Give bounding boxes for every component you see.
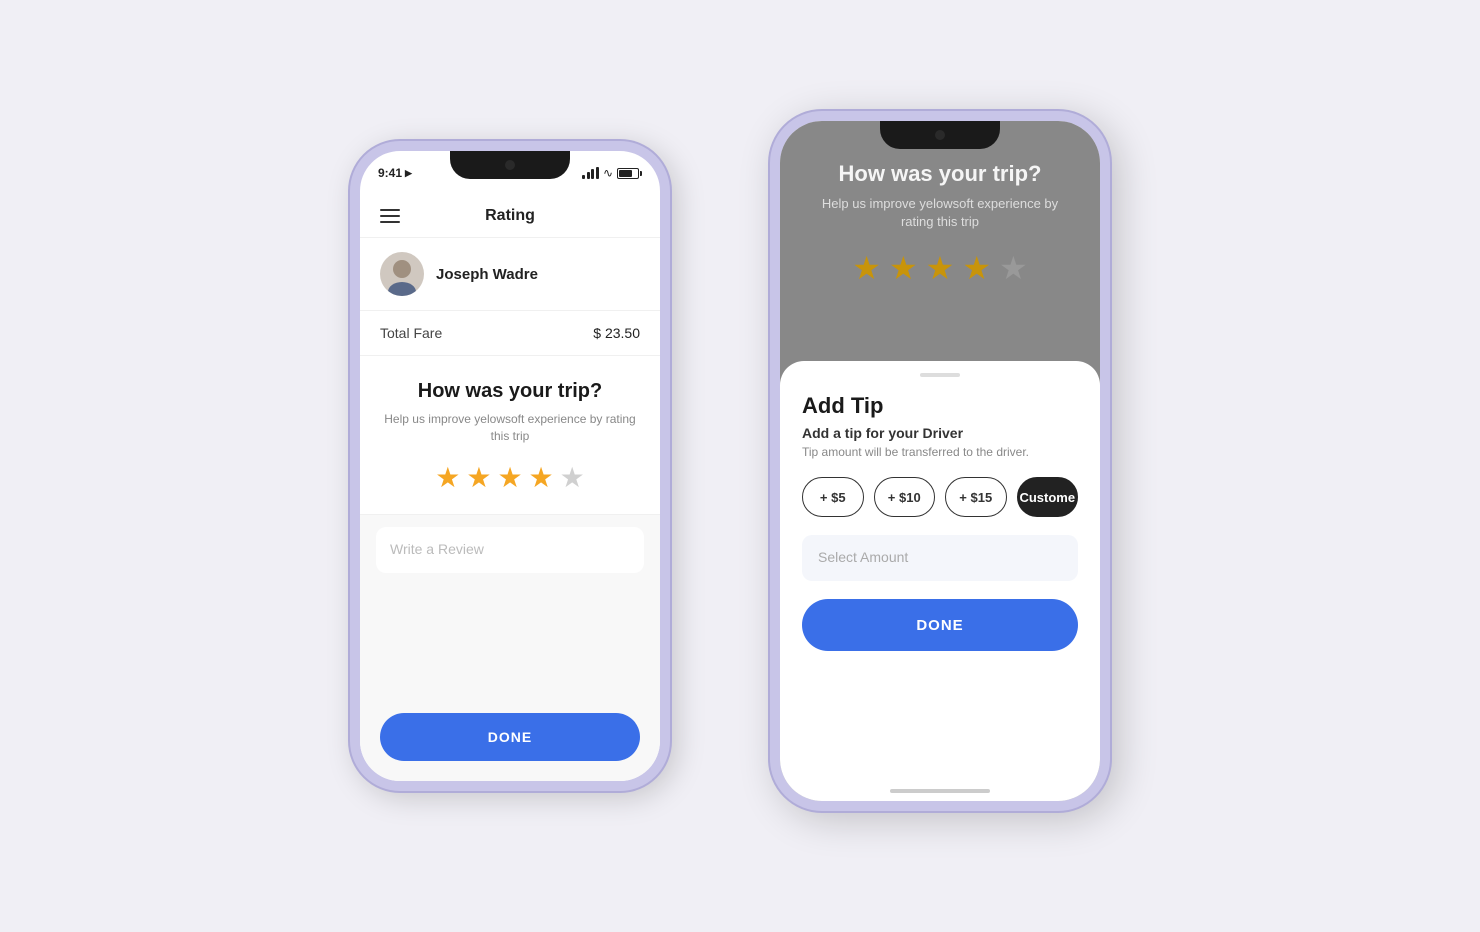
notch-1	[450, 151, 570, 179]
phone-1: 9:41 ▶ ∿ Rating	[350, 141, 670, 791]
location-arrow-icon: ▶	[405, 168, 412, 179]
menu-icon[interactable]	[380, 209, 400, 223]
bg-stars[interactable]: ★ ★ ★ ★ ★	[804, 249, 1076, 287]
avatar-image	[386, 258, 418, 296]
bg-star-2[interactable]: ★	[889, 249, 918, 287]
star-rating[interactable]: ★ ★ ★ ★ ★	[380, 461, 640, 494]
star-2[interactable]: ★	[466, 461, 491, 494]
tip-buttons-row: + $5 + $10 + $15 Custome	[802, 477, 1078, 517]
notch-2	[880, 121, 1000, 149]
amount-placeholder: Select Amount	[818, 549, 908, 565]
status-time-1: 9:41 ▶	[378, 166, 412, 180]
tip-5-label: + $5	[820, 490, 846, 505]
star-3[interactable]: ★	[497, 461, 522, 494]
tip-custom-button[interactable]: Custome	[1017, 477, 1079, 517]
signal-icon	[582, 167, 599, 179]
tip-custom-label: Custome	[1019, 490, 1075, 505]
sheet-description: Tip amount will be transferred to the dr…	[802, 445, 1078, 459]
sheet-handle	[920, 373, 960, 377]
home-indicator	[890, 789, 990, 793]
time-text: 9:41	[378, 166, 402, 180]
review-area[interactable]: Write a Review	[376, 527, 644, 573]
sheet-subtitle: Add a tip for your Driver	[802, 425, 1078, 441]
phone-2-screen: How was your trip? Help us improve yelow…	[780, 121, 1100, 801]
rating-section: How was your trip? Help us improve yelow…	[360, 356, 660, 515]
rating-header: Rating	[360, 195, 660, 238]
bg-star-4[interactable]: ★	[962, 249, 991, 287]
tip-10-button[interactable]: + $10	[874, 477, 936, 517]
review-placeholder: Write a Review	[390, 541, 484, 557]
sheet-title: Add Tip	[802, 393, 1078, 419]
driver-row: Joseph Wadre	[360, 238, 660, 311]
phone-2-wrapper: How was your trip? Help us improve yelow…	[750, 91, 1130, 841]
tip-15-button[interactable]: + $15	[945, 477, 1007, 517]
rating-subtitle: Help us improve yelowsoft experience by …	[380, 411, 640, 445]
done-button-2[interactable]: DONE	[802, 599, 1078, 651]
fare-label: Total Fare	[380, 325, 442, 341]
star-5[interactable]: ★	[560, 461, 585, 494]
camera-dot	[505, 160, 515, 170]
tip-15-label: + $15	[959, 490, 992, 505]
star-4[interactable]: ★	[529, 461, 554, 494]
bg-subtitle: Help us improve yelowsoft experience by …	[804, 195, 1076, 231]
trip-question-title: How was your trip?	[380, 380, 640, 403]
bg-star-5[interactable]: ★	[999, 249, 1028, 287]
bg-title: How was your trip?	[804, 161, 1076, 187]
phone-2: How was your trip? Help us improve yelow…	[770, 111, 1110, 811]
status-icons-1: ∿	[582, 166, 642, 180]
tip-10-label: + $10	[888, 490, 921, 505]
page-title: Rating	[485, 207, 535, 225]
amount-input[interactable]: Select Amount	[802, 535, 1078, 581]
avatar	[380, 252, 424, 296]
done-button-1[interactable]: DONE	[380, 713, 640, 761]
bg-star-1[interactable]: ★	[852, 249, 881, 287]
star-1[interactable]: ★	[435, 461, 460, 494]
battery-icon	[617, 168, 642, 179]
bottom-sheet: Add Tip Add a tip for your Driver Tip am…	[780, 361, 1100, 801]
fare-value: $ 23.50	[593, 325, 640, 341]
bg-star-3[interactable]: ★	[926, 249, 955, 287]
tip-5-button[interactable]: + $5	[802, 477, 864, 517]
camera-dot-2	[935, 130, 945, 140]
fare-row: Total Fare $ 23.50	[360, 311, 660, 356]
phone-1-screen: Rating Joseph Wadre Total Fare $ 23.50 H…	[360, 195, 660, 781]
driver-name: Joseph Wadre	[436, 266, 538, 283]
wifi-icon: ∿	[603, 166, 613, 180]
